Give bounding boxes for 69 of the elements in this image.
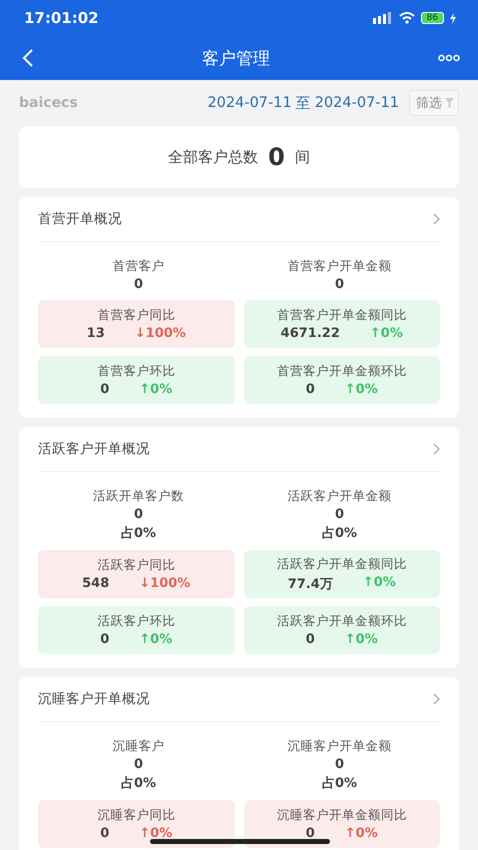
metric-share: 占0%: [120, 525, 156, 542]
tile-value: 13: [86, 326, 105, 341]
battery-level: 86: [420, 12, 444, 24]
tile-value: 4671.22: [280, 326, 340, 341]
back-icon[interactable]: [22, 48, 34, 68]
tile-label: 活跃客户同比: [97, 557, 176, 574]
chevron-icon[interactable]: [433, 213, 440, 225]
section-title: 活跃客户开单概况: [38, 440, 150, 458]
metric-value: 0: [334, 507, 344, 522]
metric-label: 活跃开单客户数: [93, 488, 184, 505]
account-name: baicecs: [19, 95, 78, 111]
signal-icon: [372, 12, 393, 24]
tile-change: ↓100%: [134, 326, 186, 341]
tile-value: 0: [100, 382, 110, 397]
metric-share: 占0%: [322, 525, 358, 542]
tile-change: ↑0%: [139, 826, 172, 841]
wifi-icon: [398, 12, 415, 24]
tile-value: 0: [306, 632, 315, 647]
chevron-icon[interactable]: [433, 693, 440, 705]
metric-label: 首营客户: [112, 258, 164, 275]
total-unit: 间: [294, 148, 310, 166]
metric-label: 沉睡客户: [112, 738, 164, 755]
metric-share: 占0%: [120, 775, 156, 792]
tile-label: 活跃客户开单金额同比: [276, 556, 407, 572]
section-title: 沉睡客户开单概况: [38, 690, 150, 708]
tile-label: 活跃客户开单金额环比: [276, 613, 407, 630]
tile-label: 沉睡客户同比: [97, 807, 176, 824]
chevron-icon[interactable]: [433, 443, 440, 455]
metric-label: 首营客户开单金额: [288, 258, 392, 275]
tile-label: 首营客户同比: [97, 307, 176, 324]
metric-label: 活跃客户开单金额: [288, 488, 392, 505]
tile-change: ↑0%: [344, 382, 378, 397]
tile-label: 首营客户环比: [97, 363, 176, 380]
metric-value: 0: [334, 277, 344, 292]
status-time: 17:01:02: [24, 9, 99, 27]
metric-label: 沉睡客户开单金额: [288, 738, 392, 755]
filter-button[interactable]: 筛选: [409, 90, 459, 116]
tile-label: 首营客户开单金额环比: [276, 363, 407, 380]
page-title: 客户管理: [202, 48, 270, 70]
tile-label: 沉睡客户开单金额同比: [276, 807, 407, 824]
tile-label: 活跃客户环比: [97, 613, 176, 630]
tile-change: ↑0%: [370, 326, 403, 341]
tile-change: ↑0%: [344, 632, 378, 647]
tile-change: ↑0%: [139, 632, 172, 647]
section-title: 首营开单概况: [38, 210, 122, 228]
metric-value: 0: [334, 757, 344, 772]
metric-share: 占0%: [322, 775, 358, 792]
more-icon[interactable]: [438, 54, 460, 62]
tile-change: ↑0%: [362, 574, 396, 592]
tile-value: 0: [306, 382, 315, 397]
tile-value: 0: [100, 826, 110, 841]
total-label: 全部客户总数: [168, 148, 258, 166]
tile-change: ↑0%: [344, 826, 378, 841]
charging-icon: [450, 12, 456, 24]
start-date[interactable]: 2024-07-11: [207, 95, 292, 111]
metric-value: 0: [134, 277, 144, 292]
date-separator: 至: [296, 94, 311, 112]
tile-label: 首营客户开单金额同比: [276, 307, 407, 324]
metric-value: 0: [134, 507, 144, 522]
end-date[interactable]: 2024-07-11: [314, 95, 399, 111]
tile-value: 548: [82, 576, 110, 591]
total-value: 0: [268, 143, 285, 171]
tile-value: 77.4万: [288, 576, 333, 592]
tile-value: 0: [100, 632, 110, 647]
tile-value: 0: [306, 826, 315, 841]
tile-change: ↑0%: [139, 382, 172, 397]
metric-value: 0: [134, 757, 144, 772]
tile-change: ↓100%: [139, 576, 190, 591]
funnel-icon: [445, 98, 454, 108]
